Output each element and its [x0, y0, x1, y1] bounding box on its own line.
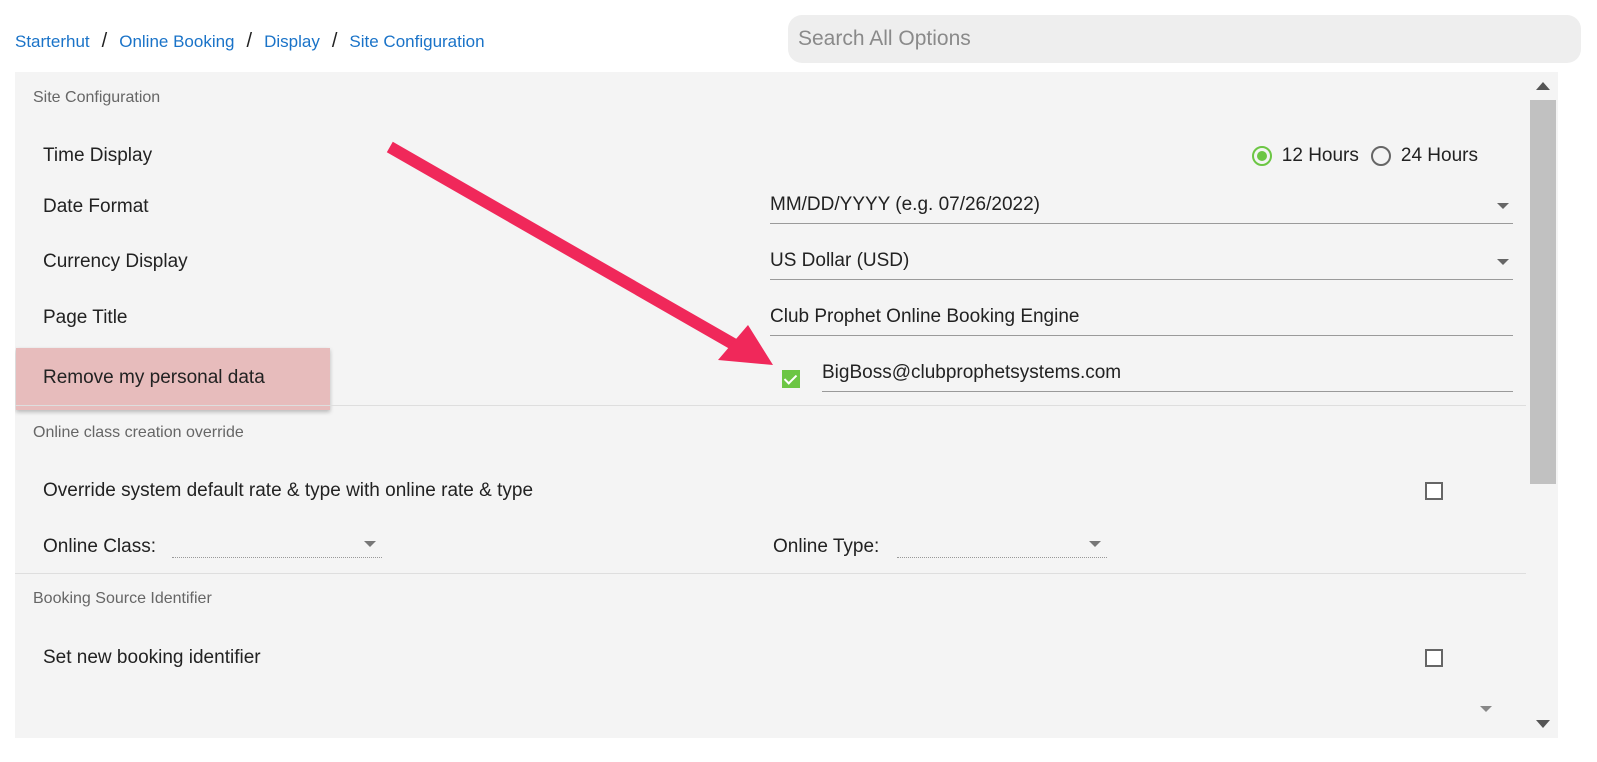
chevron-down-icon[interactable] — [1480, 706, 1492, 712]
currency-display-label: Currency Display — [43, 251, 188, 272]
breadcrumb: Starterhut / Online Booking / Display / … — [15, 30, 485, 53]
personal-data-email-value: BigBoss@clubprophetsystems.com — [822, 362, 1122, 383]
date-format-select[interactable]: MM/DD/YYYY (e.g. 07/26/2022) — [770, 188, 1513, 224]
breadcrumb-separator: / — [331, 30, 338, 52]
settings-panel: Site Configuration Time Display 12 Hours… — [15, 72, 1558, 738]
chevron-down-icon — [1089, 541, 1101, 547]
online-class-label: Online Class: — [43, 536, 156, 557]
section-divider — [15, 405, 1553, 406]
scroll-up-arrow-icon[interactable] — [1536, 82, 1550, 90]
page-title-input[interactable]: Club Prophet Online Booking Engine — [770, 300, 1513, 336]
chevron-down-icon — [1497, 203, 1509, 209]
time-display-radio-group: 12 Hours 24 Hours — [1251, 145, 1478, 167]
breadcrumb-separator: / — [101, 30, 108, 52]
scroll-down-arrow-icon[interactable] — [1536, 720, 1550, 728]
remove-personal-data-label: Remove my personal data — [43, 367, 265, 388]
page-title-label: Page Title — [43, 307, 128, 328]
breadcrumb-site-configuration[interactable]: Site Configuration — [349, 32, 484, 52]
search-all-options-input[interactable] — [788, 15, 1581, 63]
override-rate-type-checkbox[interactable] — [1425, 482, 1443, 500]
scrollbar-thumb[interactable] — [1530, 100, 1556, 484]
section-title-online-class-override: Online class creation override — [33, 424, 244, 441]
page-title-value: Club Prophet Online Booking Engine — [770, 306, 1080, 327]
remove-personal-data-checkbox[interactable] — [782, 370, 800, 388]
currency-display-value: US Dollar (USD) — [770, 250, 910, 271]
online-type-select[interactable] — [897, 537, 1107, 558]
radio-12-hours-label[interactable]: 12 Hours — [1282, 145, 1359, 167]
section-divider — [15, 573, 1553, 574]
breadcrumb-starterhut[interactable]: Starterhut — [15, 32, 90, 52]
section-title-site-configuration: Site Configuration — [33, 89, 161, 106]
set-booking-identifier-label: Set new booking identifier — [43, 647, 261, 668]
currency-display-select[interactable]: US Dollar (USD) — [770, 244, 1513, 280]
breadcrumb-separator: / — [246, 30, 253, 52]
override-rate-type-label: Override system default rate & type with… — [43, 480, 534, 501]
radio-24-hours[interactable] — [1370, 146, 1391, 166]
online-class-select[interactable] — [172, 537, 382, 558]
chevron-down-icon — [1497, 259, 1509, 265]
date-format-value: MM/DD/YYYY (e.g. 07/26/2022) — [770, 194, 1040, 215]
set-booking-identifier-checkbox[interactable] — [1425, 649, 1443, 667]
chevron-down-icon — [364, 541, 376, 547]
personal-data-email-field[interactable]: BigBoss@clubprophetsystems.com — [822, 356, 1513, 392]
time-display-label: Time Display — [43, 145, 153, 166]
date-format-label: Date Format — [43, 196, 149, 217]
breadcrumb-display[interactable]: Display — [264, 32, 320, 52]
scrollbar[interactable] — [1526, 72, 1558, 738]
radio-12-hours[interactable] — [1251, 146, 1272, 166]
breadcrumb-online-booking[interactable]: Online Booking — [119, 32, 234, 52]
online-type-label: Online Type: — [773, 536, 880, 557]
section-title-booking-source: Booking Source Identifier — [33, 590, 212, 607]
radio-24-hours-label[interactable]: 24 Hours — [1401, 145, 1478, 167]
